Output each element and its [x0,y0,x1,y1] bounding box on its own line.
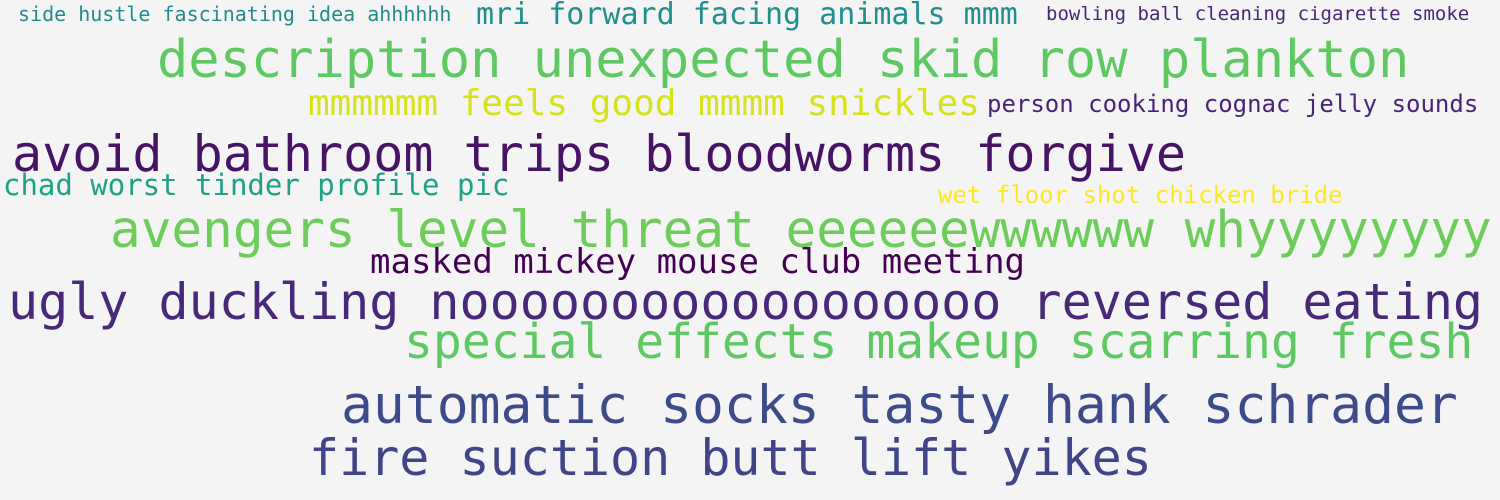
word-phrase: mri forward facing animals mmm [476,0,1018,32]
word-phrase: person cooking cognac jelly sounds [987,90,1479,118]
word-phrase: chad worst tinder profile pic [3,168,510,202]
word-phrase: fire suction butt lift yikes [309,429,1152,487]
word-phrase: mmmmmm feels good mmmm snickles [308,83,980,124]
word-phrase: automatic socks tasty hank schrader [341,375,1458,436]
word-phrase: special effects makeup scarring fresh [404,314,1474,370]
word-phrase: side hustle fascinating idea ahhhhhh [18,2,452,26]
word-phrase: bowling ball cleaning cigarette smoke [1046,3,1470,25]
word-cloud: side hustle fascinating idea ahhhhhh mri… [0,0,1500,500]
word-phrase: description unexpected skid row plankton [157,30,1410,90]
